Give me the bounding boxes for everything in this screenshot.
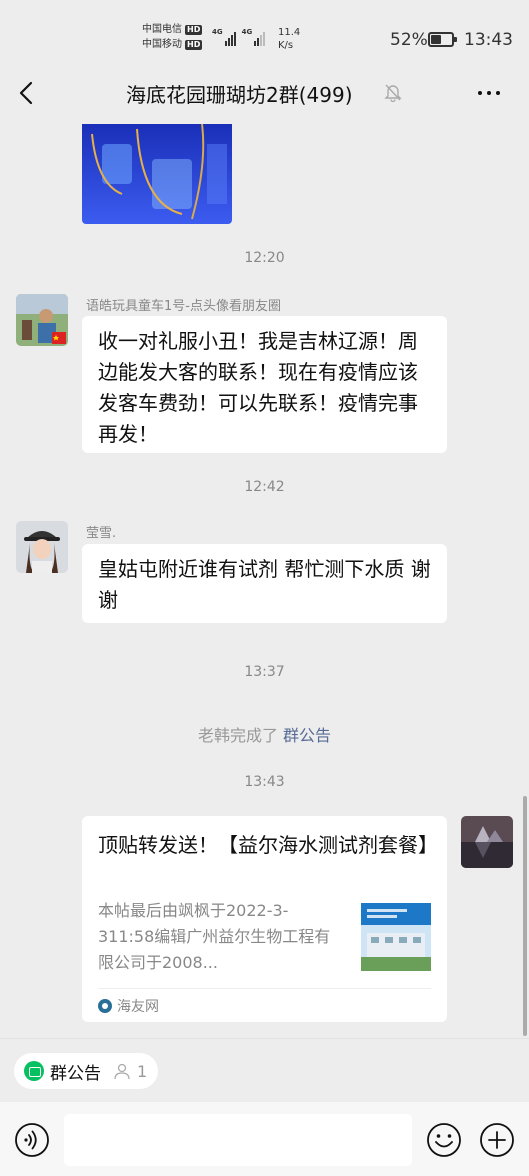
timestamp: 12:20 [244,250,285,266]
person-icon [114,1063,130,1080]
group-notice-label: 群公告 [50,1063,101,1084]
voice-icon[interactable] [14,1122,50,1158]
signal-1-icon: 4G [212,28,236,46]
system-notice-text: 老韩完成了 [197,726,278,745]
timestamp: 12:42 [244,479,285,495]
sender-name: 莹雪. [86,526,117,541]
card-title: 顶贴转发送！【益尔海水测试剂套餐】 [98,833,438,857]
image-message[interactable] [82,124,232,224]
back-chevron-icon[interactable] [14,80,40,106]
status-bar: 中国电信 HD 中国移动 HD 4G 4G 11.4 K/s 52% 13:43 [0,0,529,70]
chat-header: 海底花园珊瑚坊2群(499) [0,70,529,116]
signal-indicators: 4G 4G [212,28,266,46]
card-source: 海友网 [98,996,159,1016]
mute-bell-icon [384,84,402,102]
plus-icon[interactable] [479,1122,515,1158]
chat-title: 海底花园珊瑚坊2群(499) [126,83,353,107]
avatar[interactable] [461,816,513,868]
scrollbar[interactable] [523,796,527,1036]
message-input[interactable] [64,1114,412,1166]
message-bubble[interactable]: 皇姑屯附近谁有试剂 帮忙测下水质 谢谢 [82,544,447,623]
network-speed: 11.4 K/s [278,27,301,51]
sender-name: 语皓玩具童车1号-点头像看朋友圈 [86,299,281,314]
chat-messages[interactable]: 12:20 语皓玩具童车1号-点头像看朋友圈 收一对礼服小丑！我是吉林辽源！周边… [0,116,529,1038]
battery-percent: 52% [390,30,428,50]
pinned-bar: 群公告 1 [0,1038,529,1102]
group-notice-link[interactable]: 群公告 [283,726,331,745]
signal-2-icon: 4G [242,28,266,46]
status-time: 13:43 [464,30,513,50]
system-notice: 老韩完成了 群公告 [0,722,529,746]
hd-badge: HD [185,24,203,35]
more-dots-icon[interactable] [478,84,506,102]
hd-badge: HD [185,39,203,50]
read-count: 1 [137,1061,148,1081]
card-description: 本帖最后由飒枫于2022-3-311:58编辑广州益尔生物工程有限公司于2008… [98,901,331,972]
carrier-1-label: 中国电信 [142,24,182,35]
timestamp: 13:37 [244,664,285,680]
emoji-icon[interactable] [426,1122,462,1158]
input-bar [0,1102,529,1176]
avatar[interactable] [16,521,68,573]
card-source-label: 海友网 [117,999,159,1015]
avatar[interactable] [16,294,68,346]
timestamp: 13:43 [244,774,285,790]
carrier-2-label: 中国移动 [142,39,182,50]
announcement-icon [24,1061,44,1081]
group-notice-chip[interactable]: 群公告 1 [14,1053,158,1089]
divider [98,988,431,989]
source-logo-icon [98,999,112,1013]
card-thumbnail [361,903,431,971]
message-bubble[interactable]: 收一对礼服小丑！我是吉林辽源！周边能发大客的联系！现在有疫情应该发客车费劲！可以… [82,316,447,453]
battery-icon [428,32,457,47]
carrier-info: 中国电信 HD 中国移动 HD [142,22,203,52]
link-card[interactable]: 顶贴转发送！【益尔海水测试剂套餐】 本帖最后由飒枫于2022-3-311:58编… [82,816,447,1022]
